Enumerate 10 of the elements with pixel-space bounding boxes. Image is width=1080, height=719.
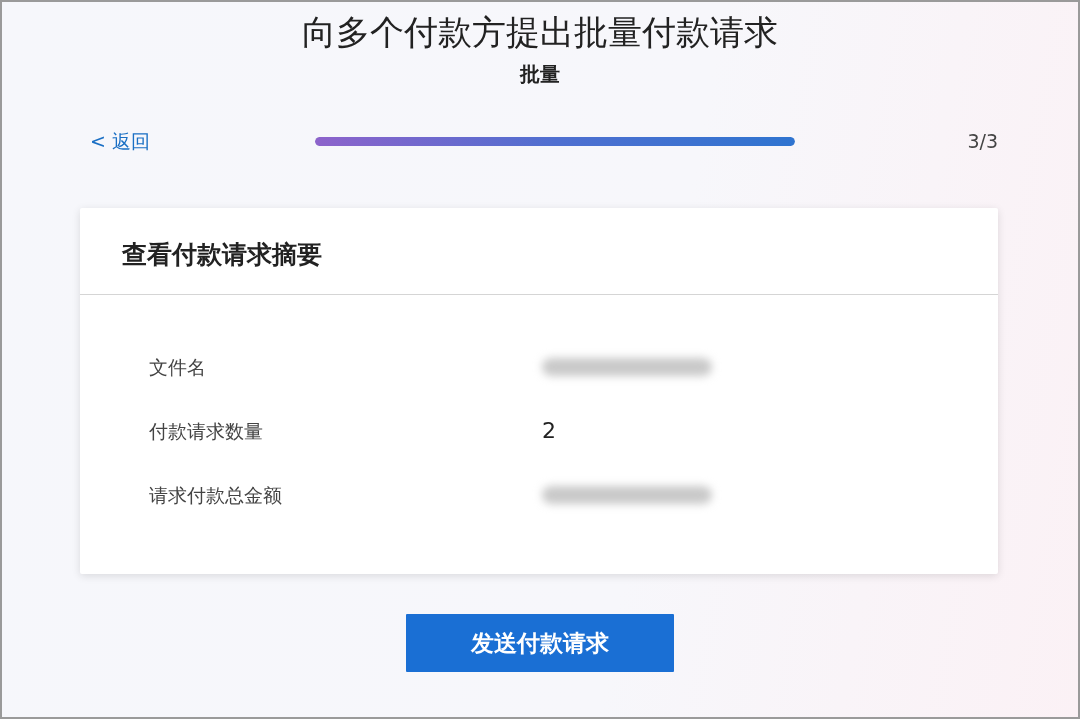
field-label: 文件名	[149, 354, 207, 380]
field-label: 请求付款总金额	[149, 482, 283, 508]
card-title: 查看付款请求摘要	[80, 208, 998, 295]
back-link[interactable]: < 返回	[90, 126, 315, 156]
field-label: 付款请求数量	[149, 418, 264, 444]
step-counter: 3/3	[967, 128, 998, 154]
send-button[interactable]: 发送付款请求	[406, 614, 674, 673]
field-value: 2	[542, 417, 556, 446]
page-subtitle: 批量	[518, 60, 561, 88]
page-title: 向多个付款方提出批量付款请求	[301, 12, 779, 53]
